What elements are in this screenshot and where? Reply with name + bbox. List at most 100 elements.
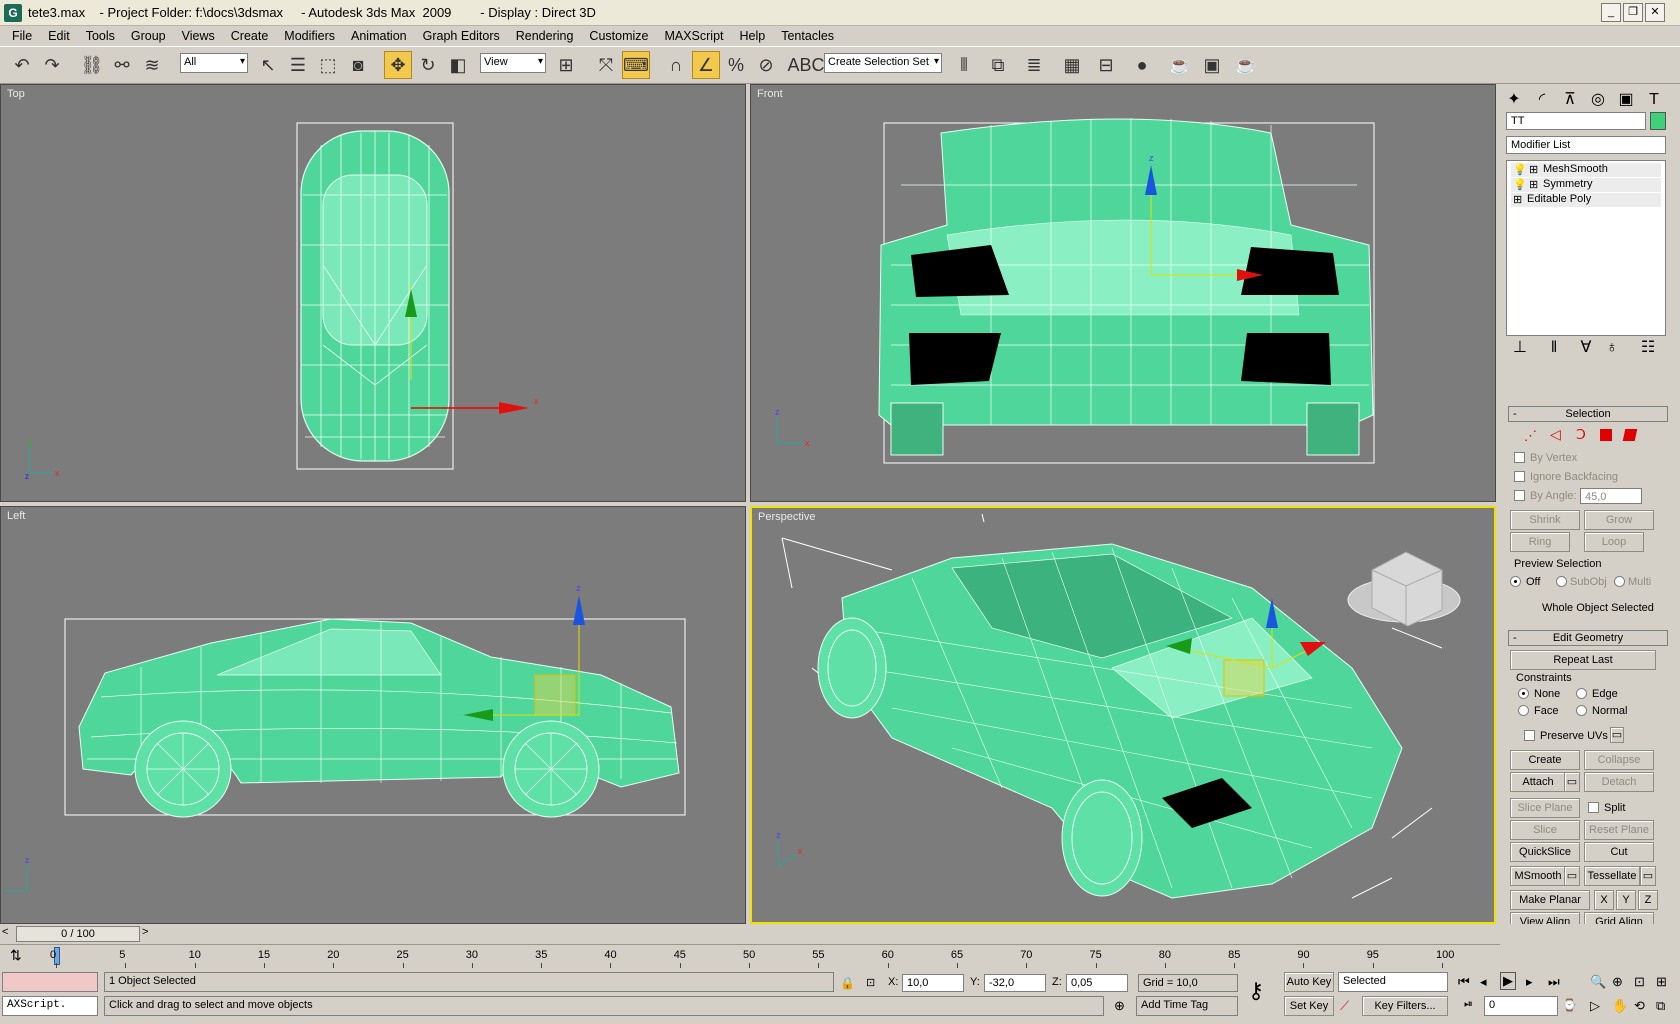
tessellate-button[interactable]: Tessellate [1584, 866, 1640, 886]
angle-spinner[interactable]: 45,0 [1580, 488, 1642, 504]
open-mini-curve-editor-icon[interactable]: ⇅ [10, 947, 32, 967]
viewport-top[interactable]: Top x yxz [0, 84, 746, 502]
schematic-view-icon[interactable]: ⊟ [1092, 51, 1120, 79]
by-vertex-checkbox[interactable] [1514, 452, 1525, 463]
menu-create[interactable]: Create [223, 29, 277, 43]
close-button[interactable]: ✕ [1645, 3, 1665, 22]
menu-animation[interactable]: Animation [343, 29, 415, 43]
current-frame-field[interactable]: 0 [1484, 996, 1558, 1016]
undo-icon[interactable]: ↶ [8, 51, 36, 79]
align-icon[interactable]: ⧉ [984, 51, 1012, 79]
stack-item-meshsmooth[interactable]: 💡 ⊞ MeshSmooth [1511, 163, 1661, 177]
mirror-icon[interactable]: ⫴ [950, 51, 978, 79]
shrink-button[interactable]: Shrink [1510, 510, 1580, 530]
ignore-backfacing-checkbox[interactable] [1514, 471, 1525, 482]
menu-help[interactable]: Help [732, 29, 774, 43]
previous-frame-icon[interactable]: ◂ [1480, 974, 1487, 990]
menu-modifiers[interactable]: Modifiers [276, 29, 343, 43]
tessellate-settings-icon[interactable]: ▭ [1640, 866, 1656, 886]
make-planar-y-button[interactable]: Y [1616, 890, 1636, 910]
go-to-end-icon[interactable]: ⏭ [1548, 974, 1560, 990]
named-selection-sets-dropdown[interactable]: Create Selection Set [824, 53, 942, 73]
default-tangent-icon[interactable]: ⟋ [1340, 998, 1349, 1014]
lock-selection-icon[interactable]: 🔒 [840, 976, 855, 990]
menu-maxscript[interactable]: MAXScript [656, 29, 731, 43]
repeat-last-button[interactable]: Repeat Last [1510, 650, 1656, 670]
menu-edit[interactable]: Edit [40, 29, 78, 43]
time-configuration-icon[interactable]: ⌚ [1562, 998, 1577, 1012]
edit-geometry-rollout-header[interactable]: - Edit Geometry [1508, 630, 1668, 646]
constraint-edge-radio[interactable] [1576, 688, 1587, 699]
object-color-swatch[interactable] [1650, 112, 1666, 130]
quickslice-button[interactable]: QuickSlice [1510, 842, 1580, 862]
menu-customize[interactable]: Customize [581, 29, 656, 43]
make-planar-x-button[interactable]: X [1594, 890, 1614, 910]
slice-button[interactable]: Slice [1510, 820, 1580, 840]
cut-button[interactable]: Cut [1584, 842, 1654, 862]
show-end-result-icon[interactable]: ‖ [1542, 336, 1566, 360]
redo-icon[interactable]: ↷ [38, 51, 66, 79]
zoom-extents-all-icon[interactable]: ⊞ [1656, 974, 1667, 990]
pan-view-icon[interactable]: ✋ [1612, 998, 1628, 1014]
app-icon[interactable]: G [4, 3, 22, 22]
grow-button[interactable]: Grow [1584, 510, 1654, 530]
modify-tab-icon[interactable]: ◜ [1530, 88, 1554, 112]
motion-tab-icon[interactable]: ◎ [1586, 88, 1610, 112]
attach-list-icon[interactable]: ▭ [1564, 772, 1580, 792]
select-move-icon[interactable]: ✥ [384, 51, 412, 79]
percent-snap-icon[interactable]: % [722, 51, 750, 79]
minimize-button[interactable]: _ [1601, 3, 1621, 22]
field-of-view-icon[interactable]: ▷ [1590, 998, 1600, 1014]
constraint-none-radio[interactable] [1518, 688, 1529, 699]
preview-off-radio[interactable] [1510, 576, 1521, 587]
viewport-front[interactable]: Front z zx [750, 84, 1496, 502]
add-time-tag-button[interactable]: Add Time Tag [1136, 996, 1238, 1016]
menu-graph-editors[interactable]: Graph Editors [415, 29, 508, 43]
lightbulb-icon[interactable]: 💡 [1513, 178, 1527, 191]
zoom-extents-icon[interactable]: ⊡ [1634, 974, 1645, 990]
select-scale-icon[interactable]: ◧ [444, 51, 472, 79]
reset-plane-button[interactable]: Reset Plane [1584, 820, 1654, 840]
reference-coordinate-dropdown[interactable]: View [480, 53, 546, 73]
bind-space-warp-icon[interactable]: ≋ [138, 51, 166, 79]
element-mode-icon[interactable] [1622, 429, 1638, 441]
split-checkbox[interactable] [1588, 802, 1599, 813]
layer-manager-icon[interactable]: ≣ [1020, 51, 1048, 79]
menu-group[interactable]: Group [123, 29, 174, 43]
pivot-center-icon[interactable]: ⊞ [552, 51, 580, 79]
menu-file[interactable]: File [4, 29, 40, 43]
set-keys-key-icon[interactable]: ⚷ [1248, 978, 1264, 1004]
zoom-all-icon[interactable]: ⊕ [1612, 974, 1623, 990]
script-listener-input[interactable]: AXScript. [2, 996, 98, 1016]
select-link-icon[interactable]: ⛓ [78, 51, 106, 79]
preserve-uvs-checkbox[interactable] [1524, 730, 1535, 741]
viewport-left[interactable]: Left z z [0, 506, 746, 924]
create-button[interactable]: Create [1510, 750, 1580, 770]
script-listener-mini[interactable] [2, 972, 98, 992]
select-rotate-icon[interactable]: ↻ [414, 51, 442, 79]
keyboard-shortcut-toggle-icon[interactable]: ⌨ [622, 51, 650, 79]
lightbulb-icon[interactable]: 💡 [1513, 163, 1527, 176]
msmooth-settings-icon[interactable]: ▭ [1564, 866, 1580, 886]
unlink-icon[interactable]: ⚯ [108, 51, 136, 79]
time-tag-icon[interactable]: ⊕ [1114, 998, 1125, 1014]
menu-rendering[interactable]: Rendering [508, 29, 582, 43]
loop-button[interactable]: Loop [1584, 532, 1644, 552]
select-object-icon[interactable]: ↖ [254, 51, 282, 79]
zoom-icon[interactable]: 🔍 [1590, 974, 1606, 990]
stack-item-symmetry[interactable]: 💡 ⊞ Symmetry [1511, 178, 1661, 192]
menu-views[interactable]: Views [174, 29, 223, 43]
time-slider[interactable]: 0 / 100 [16, 926, 140, 942]
preview-subobj-radio[interactable] [1556, 576, 1567, 587]
hierarchy-tab-icon[interactable]: ⊼ [1558, 88, 1582, 112]
select-manipulate-icon[interactable]: ⤧ [592, 51, 620, 79]
attach-button[interactable]: Attach [1510, 772, 1566, 792]
remove-modifier-icon[interactable]: ♁ [1600, 336, 1624, 360]
menu-tentacles[interactable]: Tentacles [773, 29, 842, 43]
z-coordinate-field[interactable]: 0,05 [1066, 974, 1128, 992]
time-slider-next-icon[interactable]: > [142, 926, 154, 942]
material-editor-icon[interactable]: ● [1128, 51, 1156, 79]
constraint-face-radio[interactable] [1518, 705, 1529, 716]
detach-button[interactable]: Detach [1584, 772, 1654, 792]
make-unique-icon[interactable]: ∀ [1574, 336, 1598, 360]
